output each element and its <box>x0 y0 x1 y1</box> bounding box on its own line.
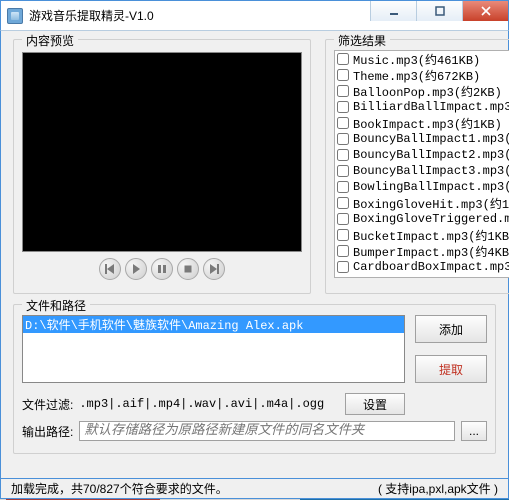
result-group: 筛选结果 Music.mp3(约461KB)Theme.mp3(约672KB)B… <box>325 39 509 294</box>
settings-button[interactable]: 设置 <box>345 393 405 415</box>
result-item-checkbox[interactable] <box>337 165 349 177</box>
selected-path[interactable]: D:\软件\手机软件\魅族软件\Amazing Alex.apk <box>23 316 404 333</box>
statusbar: 加载完成，共70/827个符合要求的文件。 ( 支持ipa,pxl,apk文件 … <box>0 479 509 499</box>
result-item-label: BouncyBallImpact1.mp3( <box>353 132 509 146</box>
result-item[interactable]: BumperImpact.mp3(约4KB <box>335 243 509 259</box>
result-item[interactable]: BoxingGloveHit.mp3(约1 <box>335 195 509 211</box>
pause-button[interactable] <box>151 258 173 280</box>
result-group-title: 筛选结果 <box>334 32 390 49</box>
result-item-label: BouncyBallImpact3.mp3( <box>353 164 509 178</box>
play-button[interactable] <box>125 258 147 280</box>
result-item-checkbox[interactable] <box>337 69 349 81</box>
window-title: 游戏音乐提取精灵-V1.0 <box>29 7 154 24</box>
result-item-checkbox[interactable] <box>337 245 349 257</box>
result-item-checkbox[interactable] <box>337 229 349 241</box>
settings-button-label: 设置 <box>363 396 387 413</box>
path-list[interactable]: D:\软件\手机软件\魅族软件\Amazing Alex.apk <box>22 315 405 383</box>
filter-extensions: .mp3|.aif|.mp4|.wav|.avi|.m4a|.ogg <box>79 397 324 411</box>
minimize-button[interactable] <box>370 1 416 21</box>
add-button-label: 添加 <box>439 321 463 338</box>
result-item-checkbox[interactable] <box>337 213 349 225</box>
browse-button-label: ... <box>469 424 479 438</box>
result-item-label: CardboardBoxImpact.mp3 <box>353 260 509 274</box>
result-item-label: Theme.mp3(约672KB) <box>353 67 480 84</box>
next-button[interactable] <box>203 258 225 280</box>
close-button[interactable] <box>462 1 508 21</box>
extract-button[interactable]: 提取 <box>415 355 487 383</box>
result-list[interactable]: Music.mp3(约461KB)Theme.mp3(约672KB)Balloo… <box>334 50 509 278</box>
maximize-button[interactable] <box>416 1 462 21</box>
result-item[interactable]: BookImpact.mp3(约1KB) <box>335 115 509 131</box>
browse-button[interactable]: ... <box>461 421 487 441</box>
result-item[interactable]: BalloonPop.mp3(约2KB) <box>335 83 509 99</box>
result-item-label: BumperImpact.mp3(约4KB <box>353 243 509 260</box>
status-right: ( 支持ipa,pxl,apk文件 ) <box>378 480 498 497</box>
result-item-label: BookImpact.mp3(约1KB) <box>353 115 502 132</box>
result-item-checkbox[interactable] <box>337 133 349 145</box>
player-controls <box>22 258 302 280</box>
window-buttons <box>370 1 508 21</box>
result-item-label: BilliardBallImpact.mp3 <box>353 100 509 114</box>
result-item[interactable]: BouncyBallImpact1.mp3( <box>335 131 509 147</box>
status-left: 加载完成，共70/827个符合要求的文件。 <box>11 480 228 497</box>
result-item[interactable]: BilliardBallImpact.mp3 <box>335 99 509 115</box>
result-item[interactable]: BucketImpact.mp3(约1KB <box>335 227 509 243</box>
client-area: 内容预览 筛选结果 <box>0 30 509 479</box>
stop-button[interactable] <box>177 258 199 280</box>
result-item-checkbox[interactable] <box>337 149 349 161</box>
result-item[interactable]: BouncyBallImpact2.mp3( <box>335 147 509 163</box>
result-item-label: BalloonPop.mp3(约2KB) <box>353 83 502 100</box>
result-item-label: BoxingGloveTriggered.m <box>353 212 509 226</box>
preview-group: 内容预览 <box>13 39 311 294</box>
filter-label: 文件过滤: <box>22 396 73 413</box>
extract-button-label: 提取 <box>439 361 463 378</box>
result-item-label: Music.mp3(约461KB) <box>353 51 480 68</box>
app-icon <box>7 8 23 24</box>
preview-viewport <box>22 52 302 252</box>
output-label: 输出路径: <box>22 423 73 440</box>
result-item[interactable]: BouncyBallImpact3.mp3( <box>335 163 509 179</box>
preview-group-title: 内容预览 <box>22 32 78 49</box>
result-item[interactable]: Music.mp3(约461KB) <box>335 51 509 67</box>
result-item-checkbox[interactable] <box>337 117 349 129</box>
result-item[interactable]: BoxingGloveTriggered.m <box>335 211 509 227</box>
prev-button[interactable] <box>99 258 121 280</box>
titlebar: 游戏音乐提取精灵-V1.0 <box>0 0 509 30</box>
files-group-title: 文件和路径 <box>22 297 90 314</box>
result-item-checkbox[interactable] <box>337 53 349 65</box>
result-item-label: BoxingGloveHit.mp3(约1 <box>353 195 509 212</box>
add-button[interactable]: 添加 <box>415 315 487 343</box>
result-item-checkbox[interactable] <box>337 261 349 273</box>
output-path-input[interactable] <box>79 421 455 441</box>
files-group: 文件和路径 D:\软件\手机软件\魅族软件\Amazing Alex.apk 添… <box>13 304 496 454</box>
result-item-label: BouncyBallImpact2.mp3( <box>353 148 509 162</box>
result-item-checkbox[interactable] <box>337 197 349 209</box>
result-item-checkbox[interactable] <box>337 181 349 193</box>
result-item[interactable]: Theme.mp3(约672KB) <box>335 67 509 83</box>
result-item-checkbox[interactable] <box>337 101 349 113</box>
result-item-label: BowlingBallImpact.mp3( <box>353 180 509 194</box>
result-item[interactable]: BowlingBallImpact.mp3( <box>335 179 509 195</box>
result-item-checkbox[interactable] <box>337 85 349 97</box>
result-item-label: BucketImpact.mp3(约1KB <box>353 227 509 244</box>
result-item[interactable]: CardboardBoxImpact.mp3 <box>335 259 509 275</box>
